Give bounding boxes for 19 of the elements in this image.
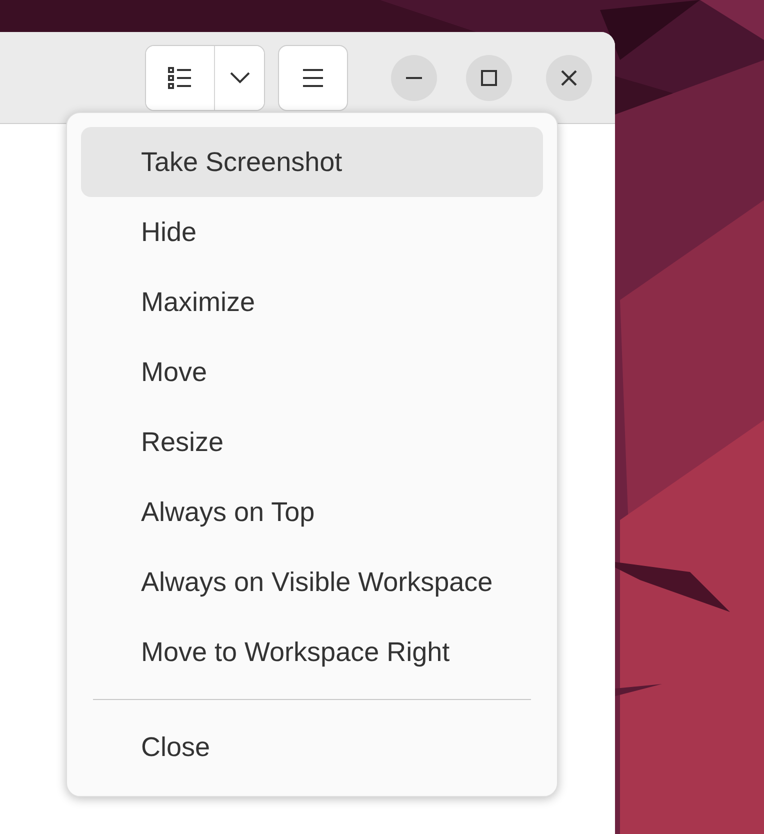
menu-icon: [303, 68, 323, 86]
maximize-button[interactable]: [466, 54, 512, 100]
chevron-down-icon: [230, 72, 250, 84]
menu-item[interactable]: Take Screenshot: [81, 127, 543, 197]
menu-item[interactable]: Resize: [81, 407, 543, 477]
minimize-icon: [406, 76, 422, 78]
menu-item[interactable]: Move to Workspace Right: [81, 617, 543, 687]
menu-item[interactable]: Hide: [81, 197, 543, 267]
menu-item[interactable]: Always on Top: [81, 477, 543, 547]
close-button[interactable]: [546, 54, 592, 100]
list-icon: [168, 66, 192, 88]
menu-item[interactable]: Always on Visible Workspace: [81, 547, 543, 617]
list-view-button[interactable]: [146, 46, 215, 110]
menu-item[interactable]: Maximize: [81, 267, 543, 337]
menu-button[interactable]: [278, 44, 348, 110]
menu-item[interactable]: Close: [81, 712, 543, 782]
close-icon: [561, 70, 577, 86]
maximize-icon: [481, 70, 497, 86]
menu-item[interactable]: Move: [81, 337, 543, 407]
